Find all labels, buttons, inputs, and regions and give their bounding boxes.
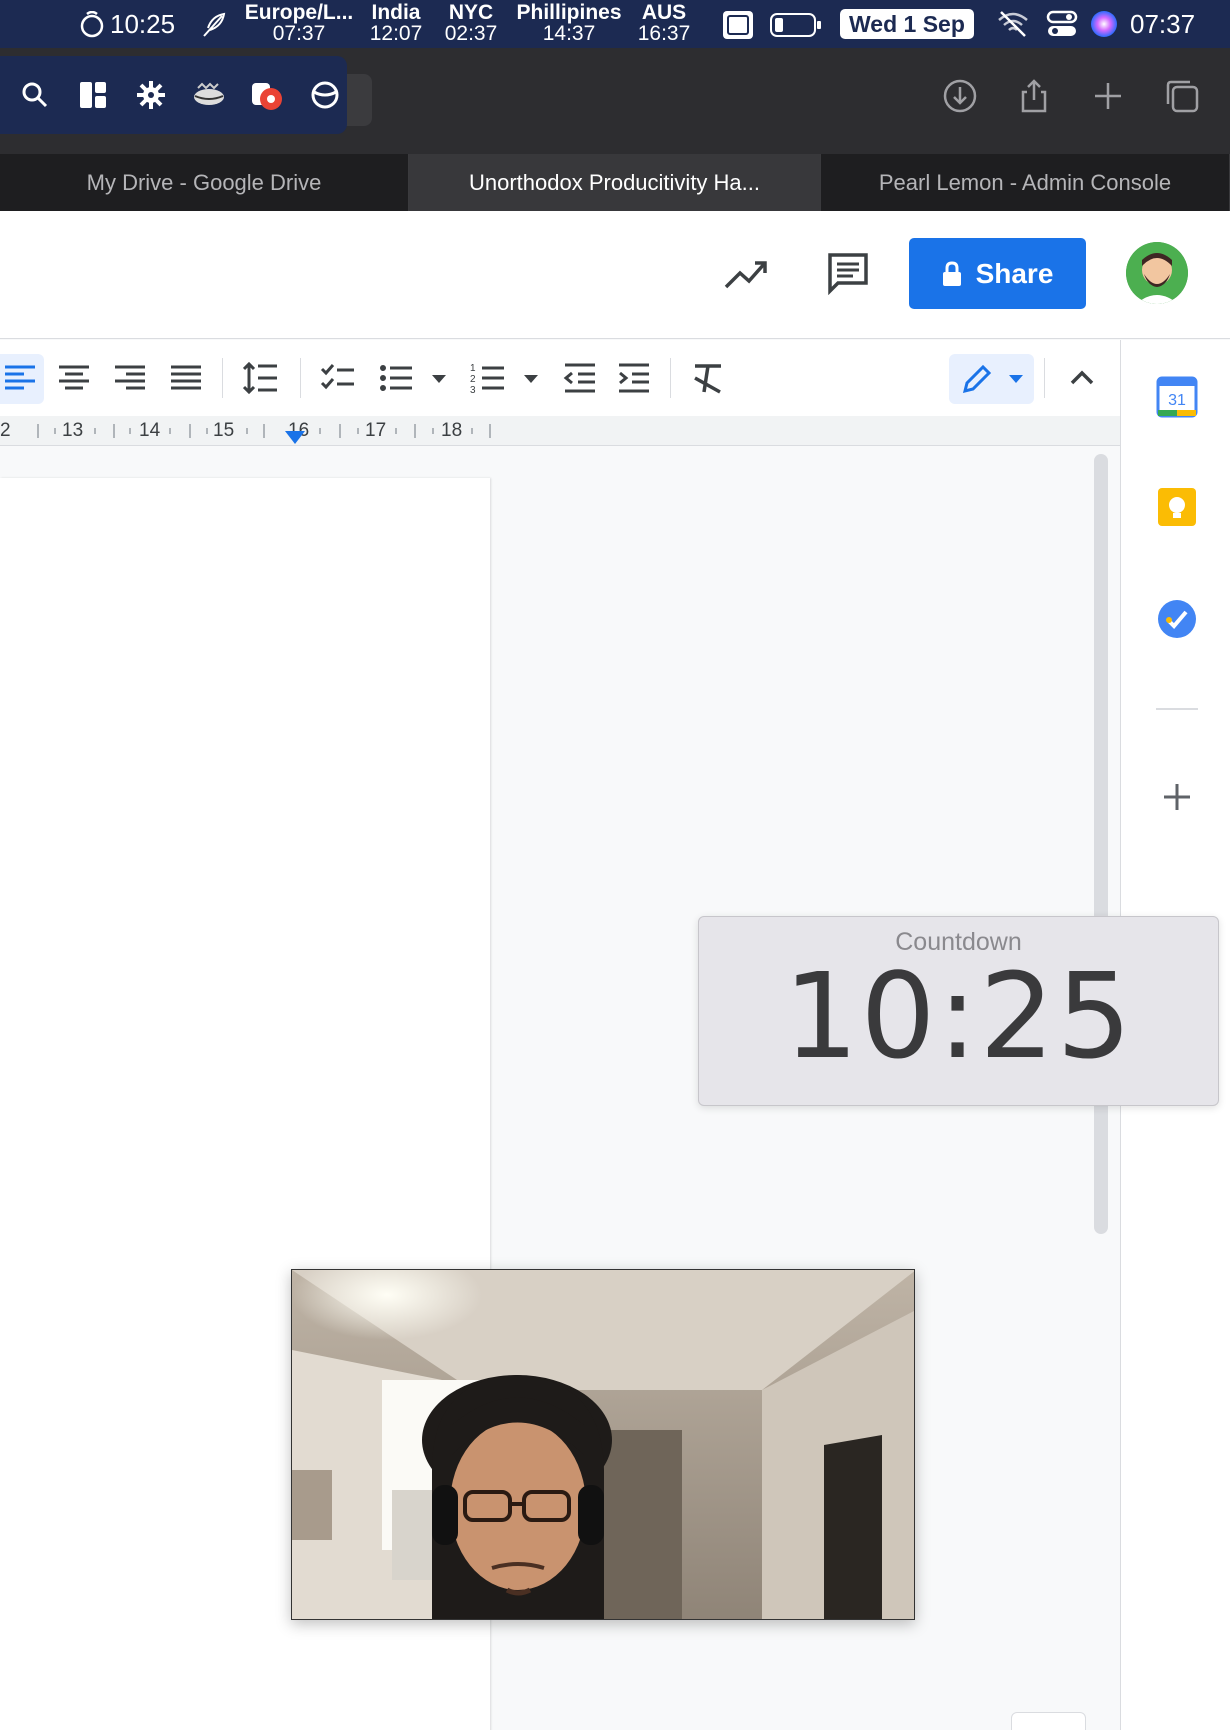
bullet-dropdown-icon[interactable] — [430, 373, 448, 385]
svg-text:2: 2 — [470, 374, 476, 385]
editing-mode-button[interactable] — [949, 354, 1034, 404]
user-avatar-icon — [1126, 242, 1188, 304]
timezone-phillipines[interactable]: Phillipines 14:37 — [512, 2, 626, 44]
timezone-nyc[interactable]: NYC 02:37 — [440, 2, 502, 44]
feather-icon[interactable] — [200, 10, 228, 38]
layout-icon[interactable] — [76, 78, 110, 112]
comment-icon[interactable] — [826, 251, 870, 295]
avatar[interactable] — [1126, 242, 1188, 304]
tab-overview-icon[interactable] — [1164, 78, 1200, 114]
tab-strip: My Drive - Google Drive Unorthodox Produ… — [0, 154, 1230, 211]
lips-icon[interactable] — [192, 78, 226, 112]
align-left-icon[interactable] — [2, 360, 38, 396]
calendar-icon[interactable]: 31 — [1156, 376, 1198, 418]
editing-mode-dropdown-icon — [1009, 375, 1023, 383]
vertical-scrollbar[interactable] — [1094, 454, 1108, 1234]
docs-header: Share — [0, 211, 1230, 339]
add-addon-icon[interactable] — [1156, 776, 1198, 818]
activity-trend-icon[interactable] — [723, 253, 769, 293]
countdown-widget[interactable]: Countdown 10:25 — [698, 916, 1219, 1106]
increase-indent-icon[interactable] — [616, 360, 652, 396]
timezone-europe[interactable]: Europe/L... 07:37 — [244, 2, 354, 44]
page-nav-button[interactable] — [1011, 1712, 1086, 1730]
gear-icon[interactable] — [134, 78, 168, 112]
lock-icon — [942, 260, 961, 286]
keep-icon[interactable] — [1156, 486, 1198, 528]
formatting-toolbar: 123 — [0, 340, 1120, 416]
pencil-icon — [962, 364, 992, 394]
share-label: Share — [975, 257, 1054, 289]
calendar-day: 31 — [1168, 392, 1186, 409]
clear-formatting-icon[interactable] — [690, 360, 726, 396]
ruler-ticks — [37, 424, 491, 438]
video-preview-window[interactable] — [291, 1269, 915, 1620]
share-button[interactable]: Share — [909, 238, 1086, 309]
tab-my-drive[interactable]: My Drive - Google Drive — [0, 154, 409, 211]
tab-admin-console[interactable]: Pearl Lemon - Admin Console — [821, 154, 1230, 211]
timer-menu-item[interactable]: 10:25 — [78, 9, 175, 40]
menu-bar: 10:25 Europe/L... 07:37 India 12:07 NYC 02:… — [0, 0, 1230, 48]
circle-slash-icon[interactable] — [308, 78, 342, 112]
battery-icon[interactable] — [770, 12, 822, 38]
wifi-off-icon[interactable] — [996, 10, 1030, 38]
stopwatch-icon — [80, 10, 104, 37]
decrease-indent-icon[interactable] — [562, 360, 598, 396]
numbered-list-icon[interactable]: 123 — [470, 360, 506, 396]
number-dropdown-icon[interactable] — [522, 373, 540, 385]
align-justify-icon[interactable] — [168, 360, 204, 396]
timezone-india[interactable]: India 12:07 — [368, 2, 424, 44]
extension-bar — [0, 56, 347, 134]
browser-actions — [942, 78, 1200, 114]
webcam-feed — [292, 1270, 914, 1619]
control-center-icon[interactable] — [1046, 10, 1078, 38]
menu-clock[interactable]: 07:37 — [1130, 9, 1195, 40]
side-panel-divider — [1156, 708, 1198, 710]
ruler[interactable]: 2 13 14 15 16 17 18 — [0, 416, 1120, 446]
new-tab-icon[interactable] — [1090, 78, 1126, 114]
window-switcher-icon[interactable] — [722, 10, 754, 40]
timer-text: 10:25 — [110, 9, 176, 39]
collapse-toolbar-icon[interactable] — [1064, 360, 1100, 396]
bulleted-list-icon[interactable] — [378, 360, 414, 396]
browser-toolbar — [0, 48, 1230, 154]
siri-icon[interactable] — [1090, 10, 1118, 38]
search-icon[interactable] — [18, 78, 52, 112]
download-icon[interactable] — [942, 78, 978, 114]
svg-text:1: 1 — [470, 363, 476, 374]
line-spacing-icon[interactable] — [243, 360, 279, 396]
align-center-icon[interactable] — [56, 360, 92, 396]
countdown-time: 10:25 — [783, 947, 1134, 1085]
align-right-icon[interactable] — [112, 360, 148, 396]
tab-unorthodox-productivity[interactable]: Unorthodox Producitivity Ha... — [409, 154, 821, 211]
svg-text:3: 3 — [470, 385, 476, 396]
tasks-icon[interactable] — [1156, 598, 1198, 640]
share-icon[interactable] — [1016, 78, 1052, 114]
notification-badge-icon[interactable] — [250, 78, 284, 112]
date-pill[interactable]: Wed 1 Sep — [840, 9, 974, 39]
timezone-aus[interactable]: AUS 16:37 — [632, 2, 696, 44]
checklist-icon[interactable] — [320, 360, 356, 396]
